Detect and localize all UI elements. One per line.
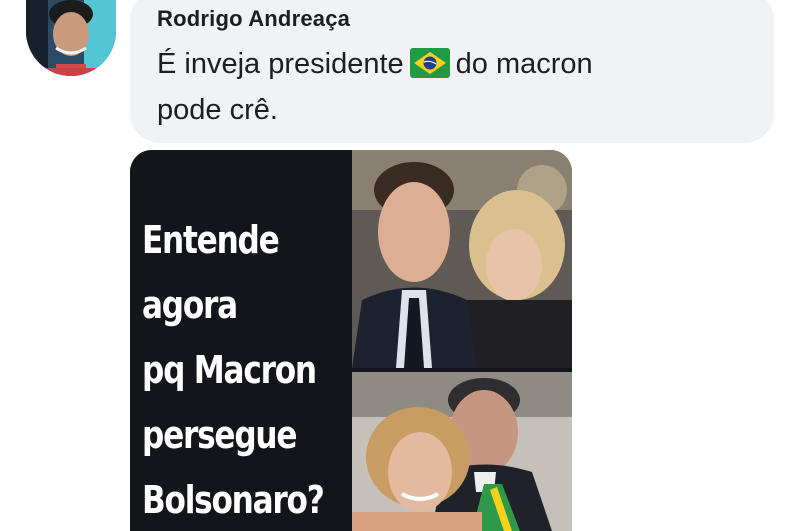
- meme-text-panel: Entende agora pq Macron persegue Bolsona…: [130, 150, 350, 531]
- user-photo: [26, 0, 116, 76]
- meme-caption-line: agora: [142, 283, 238, 327]
- meme-caption-line: Entende: [142, 218, 280, 262]
- comment-text-after-flag: do macron: [455, 48, 593, 80]
- comment-text-before-flag: É inveja presidente: [157, 48, 404, 80]
- comment-author[interactable]: Rodrigo Andreaça: [157, 6, 350, 32]
- avatar[interactable]: [26, 0, 116, 76]
- meme-caption: Entende agora pq Macron persegue Bolsona…: [142, 208, 325, 531]
- meme-image[interactable]: Entende agora pq Macron persegue Bolsona…: [130, 150, 572, 531]
- comment-text-line-1: É inveja presidente do macron: [157, 46, 593, 82]
- photo-couple-top: [352, 150, 572, 368]
- comment-text-line-2: pode crê.: [157, 94, 278, 126]
- meme-caption-line: Bolsonaro?: [142, 478, 325, 522]
- photo-couple-bottom: [352, 372, 572, 531]
- comment-thread: Rodrigo Andreaça É inveja presidente do …: [0, 0, 800, 531]
- brazil-flag-icon: [409, 48, 450, 78]
- meme-caption-line: pq Macron: [142, 348, 317, 392]
- meme-caption-line: persegue: [142, 413, 298, 457]
